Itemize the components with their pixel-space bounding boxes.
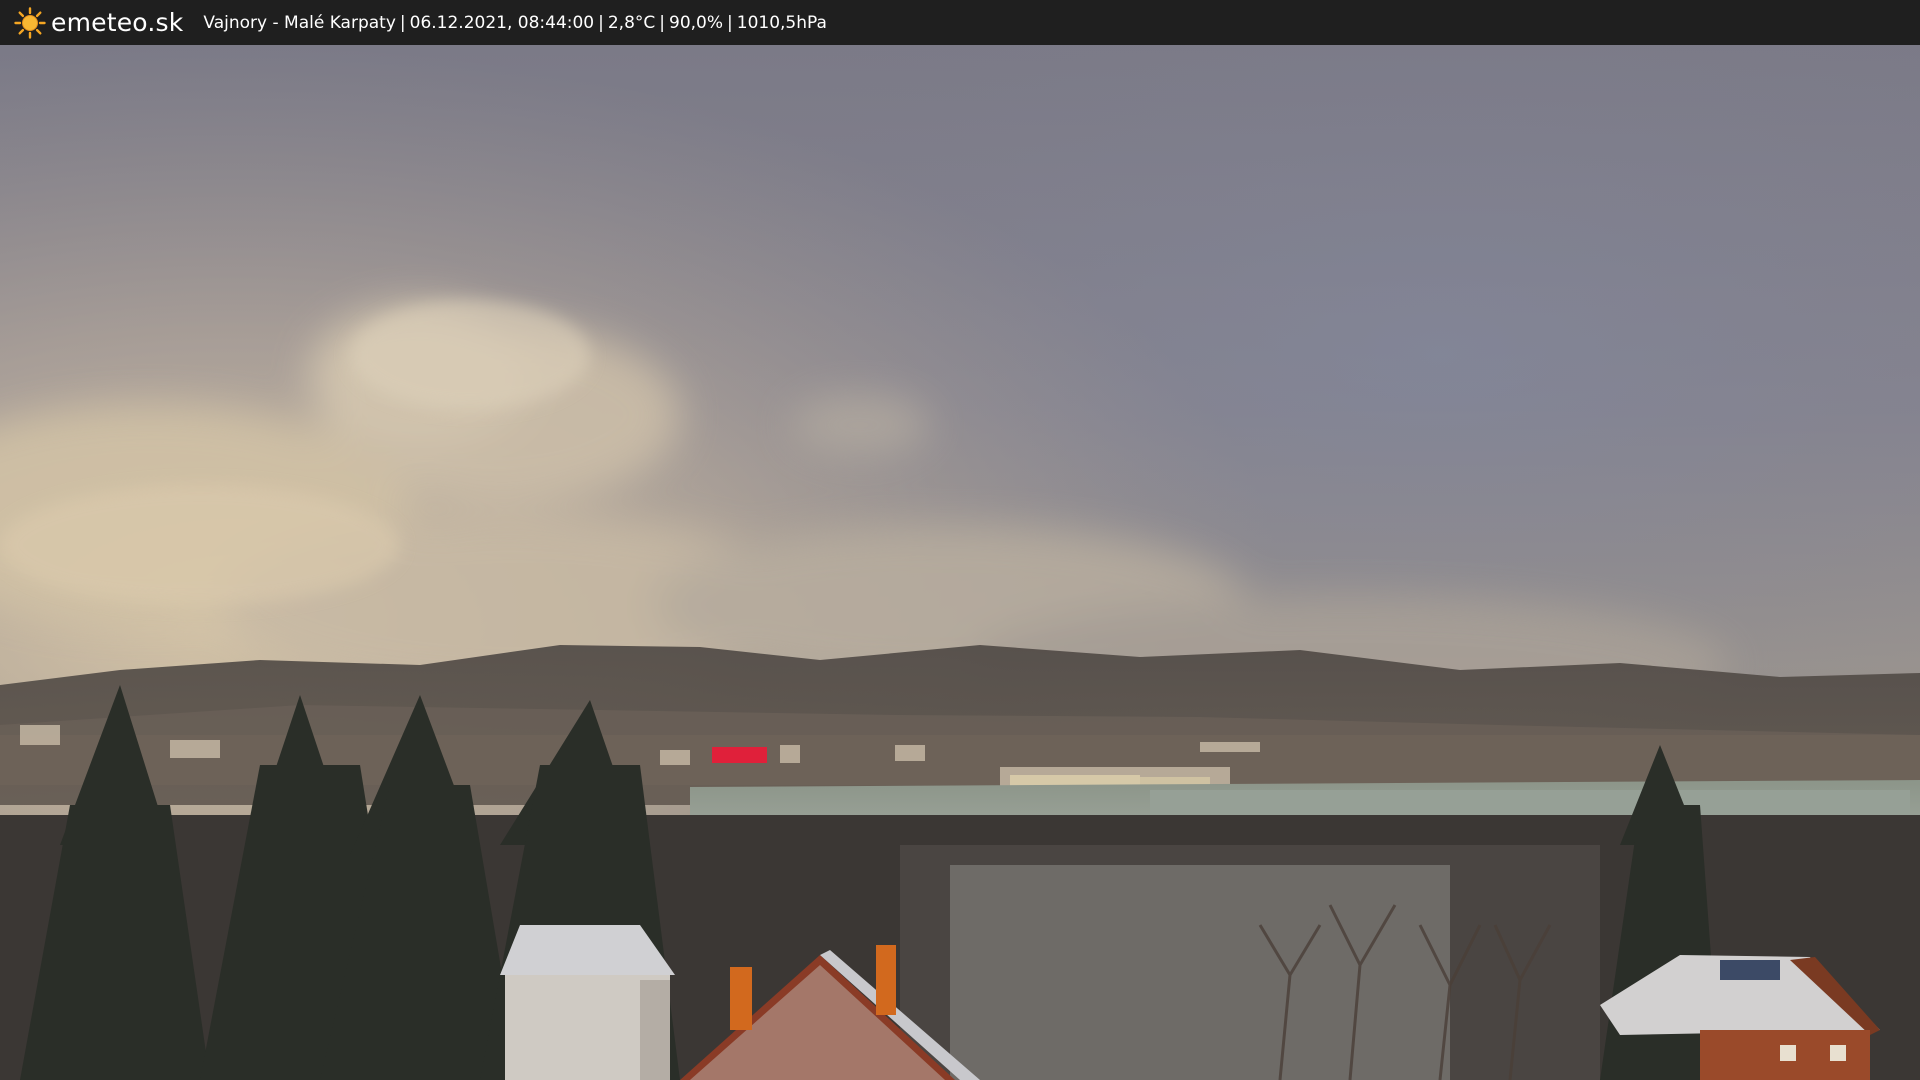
- pressure-label: 1010,5hPa: [736, 12, 827, 33]
- datetime-label: 06.12.2021, 08:44:00: [409, 12, 595, 33]
- separator: |: [399, 12, 406, 33]
- temperature-label: 2,8°C: [607, 12, 656, 33]
- webcam-image[interactable]: [0, 45, 1920, 1080]
- webcam-page: emeteo.sk Vajnory - Malé Karpaty | 06.12.2…: [0, 0, 1920, 1080]
- separator: |: [727, 12, 733, 33]
- header-bar: emeteo.sk Vajnory - Malé Karpaty | 06.12.2…: [0, 0, 1920, 45]
- location-label: Vajnory - Malé Karpaty: [203, 12, 396, 33]
- humidity-label: 90,0%: [669, 12, 724, 33]
- webcam-caption: Vajnory - Malé Karpaty | 06.12.2021, 08:44…: [203, 13, 827, 33]
- separator: |: [659, 12, 665, 33]
- separator: |: [598, 12, 604, 33]
- sun-icon: [14, 6, 46, 39]
- site-logo-text: emeteo.sk: [51, 8, 184, 37]
- site-logo-link[interactable]: emeteo.sk: [14, 6, 184, 39]
